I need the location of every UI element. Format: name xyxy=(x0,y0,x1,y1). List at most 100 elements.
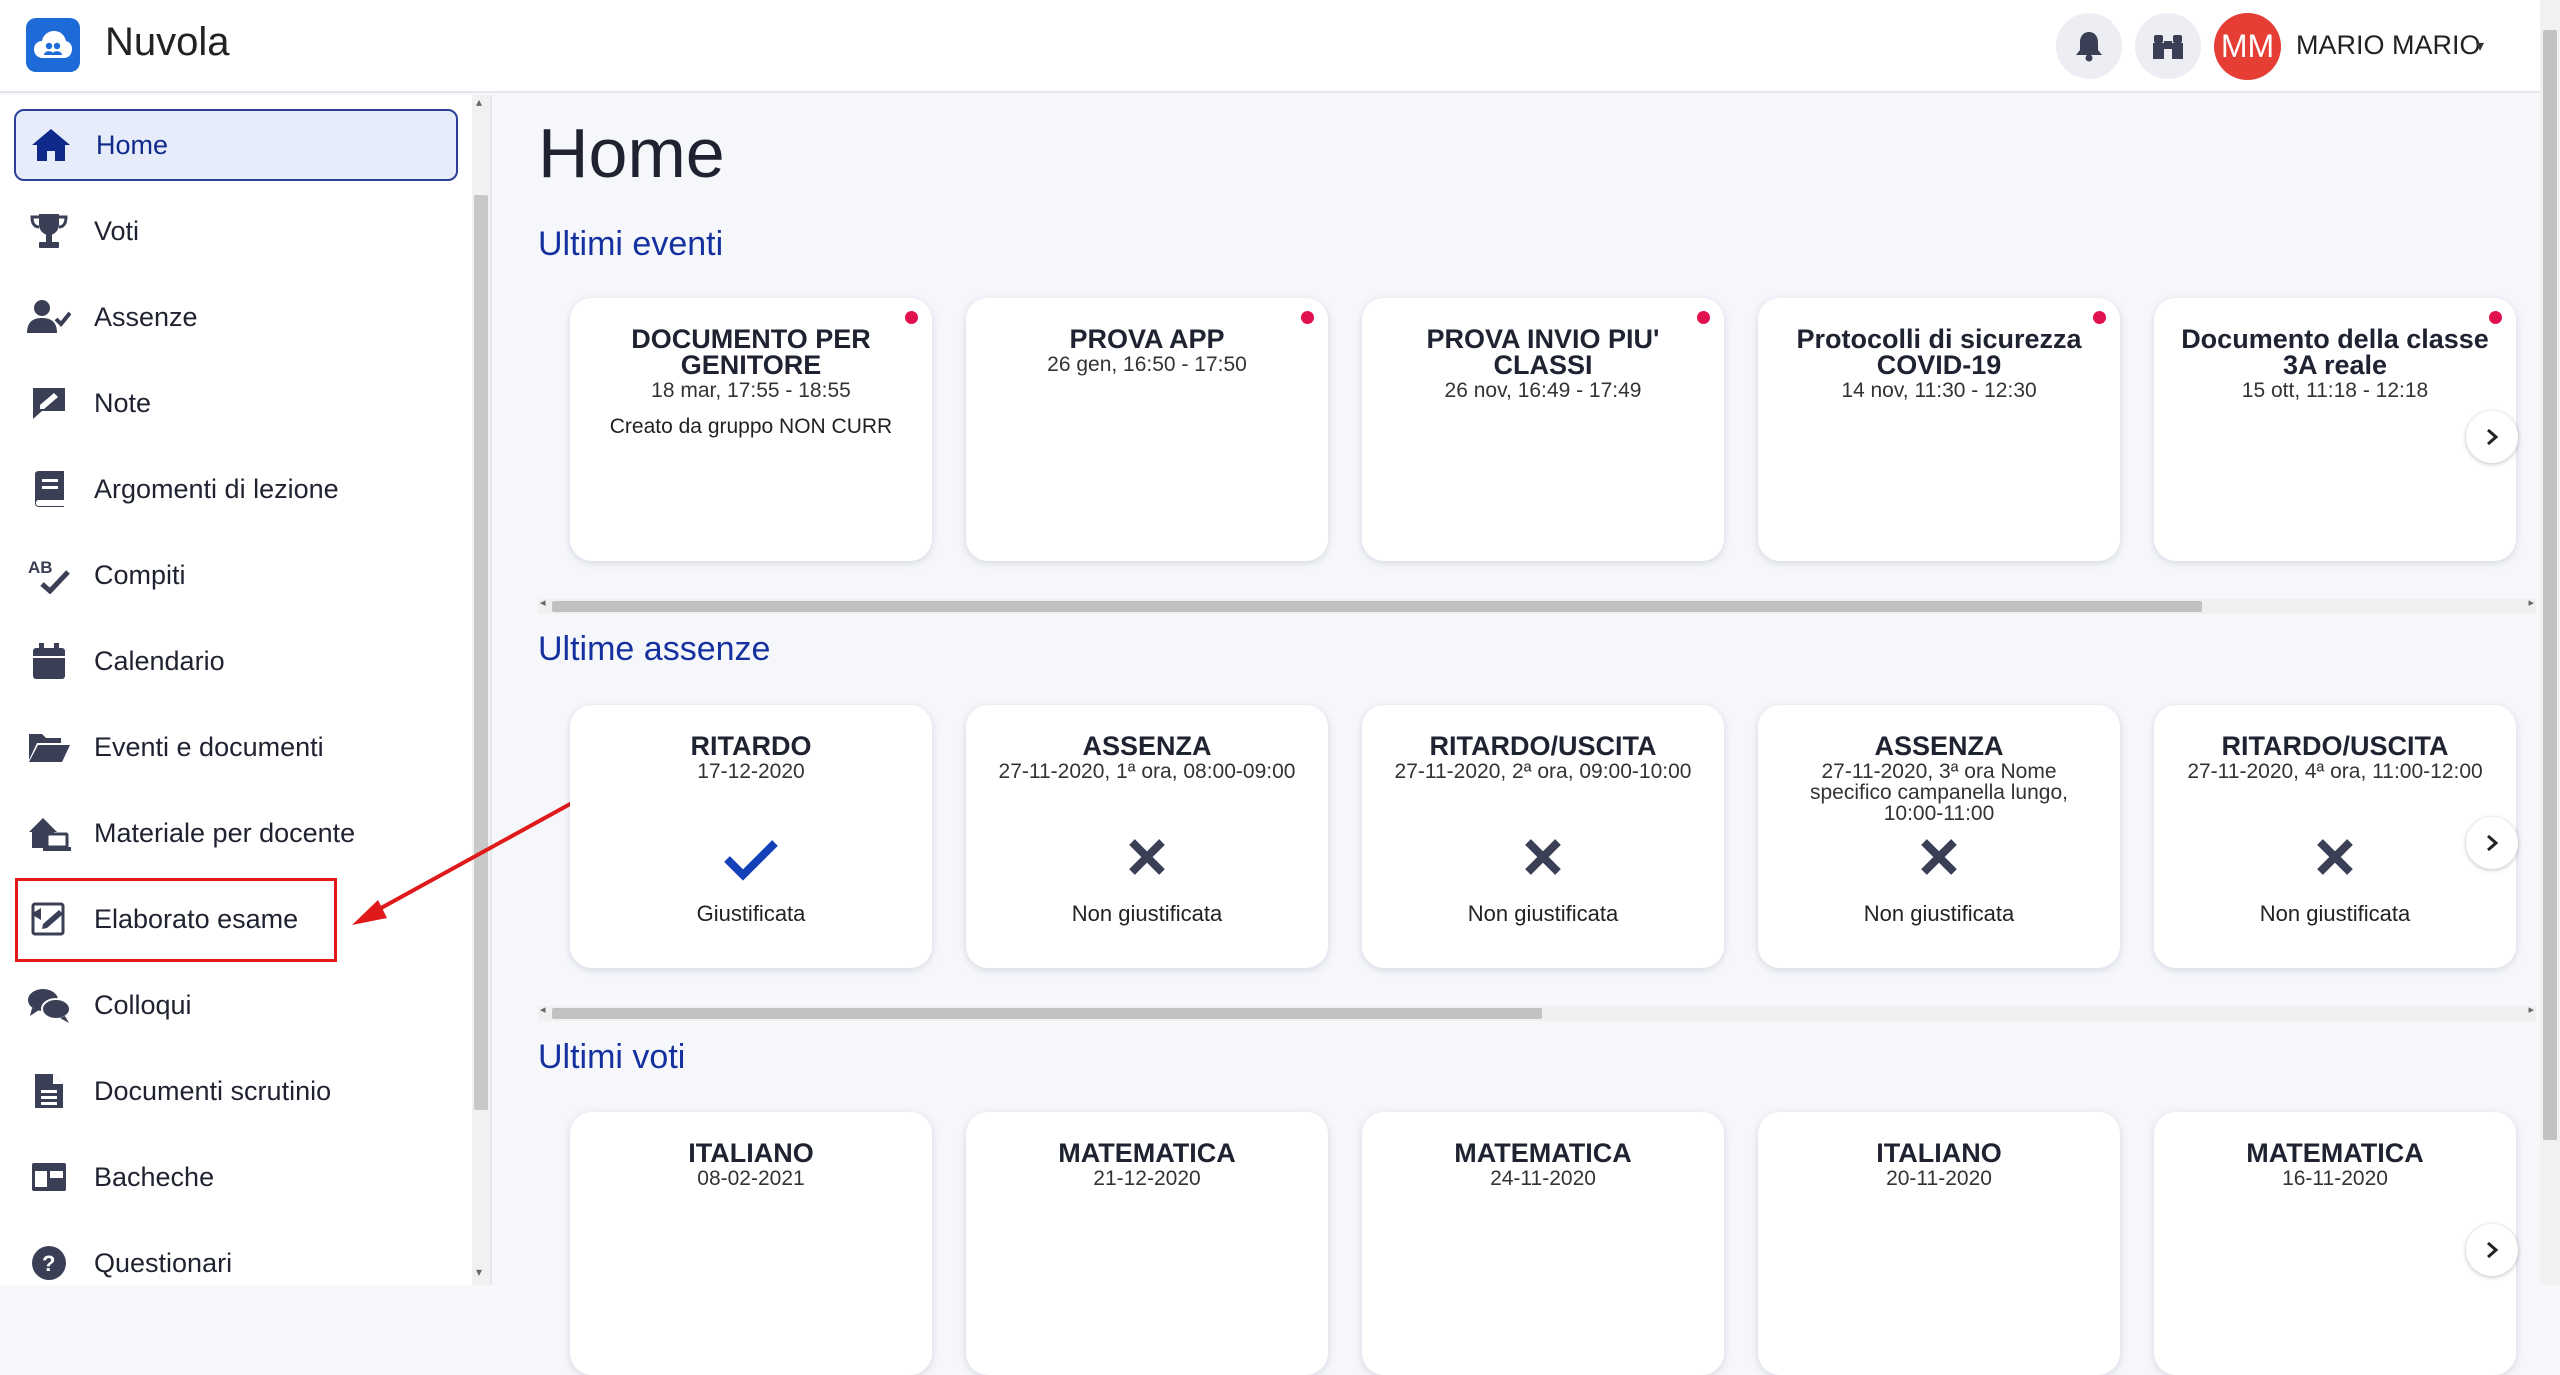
events-scrollbar[interactable]: ◂ ▸ xyxy=(538,596,2536,614)
svg-text:AB: AB xyxy=(28,558,53,577)
absence-card[interactable]: ASSENZA 27-11-2020, 1ª ora, 08:00-09:00 … xyxy=(966,705,1328,968)
page-title: Home xyxy=(538,114,725,192)
calendar-icon xyxy=(24,636,74,686)
grade-subject: ITALIANO xyxy=(688,1138,814,1168)
svg-text:?: ? xyxy=(42,1251,55,1276)
trophy-icon xyxy=(24,206,74,256)
sidebar-item-documenti-scrutinio[interactable]: Documenti scrutinio xyxy=(14,1055,458,1127)
event-creator: Creato da gruppo NON CURR xyxy=(609,415,893,438)
grade-card[interactable]: MATEMATICA 24-11-2020 xyxy=(1362,1112,1724,1375)
sidebar-item-questionari[interactable]: ? Questionari xyxy=(14,1227,458,1285)
event-date: 14 nov, 11:30 - 12:30 xyxy=(1841,379,2037,402)
bell-icon xyxy=(2076,32,2102,62)
absence-card[interactable]: RITARDO/USCITA 27-11-2020, 4ª ora, 11:00… xyxy=(2154,705,2516,968)
event-title: Documento della classe 3A reale xyxy=(2181,324,2489,380)
user-avatar[interactable]: MM xyxy=(2214,13,2281,80)
scroll-down-arrow-icon[interactable]: ▾ xyxy=(476,1265,482,1279)
sidebar-item-eventi[interactable]: Eventi e documenti xyxy=(14,711,458,783)
scroll-right-arrow-icon[interactable]: ▸ xyxy=(2528,1003,2534,1016)
grades-next-button[interactable] xyxy=(2466,1224,2518,1276)
sidebar-item-label: Colloqui xyxy=(94,989,192,1020)
sidebar-item-label: Documenti scrutinio xyxy=(94,1075,332,1106)
absence-status: Giustificata xyxy=(696,901,806,926)
sidebar-item-label: Home xyxy=(96,129,169,160)
event-title: PROVA APP xyxy=(1069,324,1225,354)
house-laptop-icon xyxy=(24,808,74,858)
sidebar-item-colloqui[interactable]: Colloqui xyxy=(14,969,458,1041)
grade-card[interactable]: MATEMATICA 21-12-2020 xyxy=(966,1112,1328,1375)
unread-dot xyxy=(1301,311,1314,324)
events-next-button[interactable] xyxy=(2466,411,2518,463)
absence-date: 17-12-2020 xyxy=(697,760,805,783)
absence-status: Non giustificata xyxy=(2259,901,2411,926)
sidebar-item-label: Assenze xyxy=(94,301,198,332)
absence-card[interactable]: ASSENZA 27-11-2020, 3ª ora Nome specific… xyxy=(1758,705,2120,968)
sidebar-item-voti[interactable]: Voti xyxy=(14,195,458,267)
event-card[interactable]: Documento della classe 3A reale 15 ott, … xyxy=(2154,298,2516,561)
check-icon xyxy=(570,837,932,881)
absence-type: RITARDO/USCITA xyxy=(2221,731,2449,761)
sidebar-item-note[interactable]: Note xyxy=(14,367,458,439)
page-scrollbar-thumb[interactable] xyxy=(2543,30,2557,1140)
sidebar-scrollbar-thumb[interactable] xyxy=(474,195,488,1110)
sidebar-item-label: Argomenti di lezione xyxy=(94,473,339,504)
sidebar-item-home[interactable]: Home xyxy=(14,109,458,181)
question-circle-icon: ? xyxy=(24,1238,74,1285)
grade-card[interactable]: ITALIANO 20-11-2020 xyxy=(1758,1112,2120,1375)
grade-subject: MATEMATICA xyxy=(2246,1138,2424,1168)
top-bar: Nuvola MM MARIO MARIO ▾ xyxy=(0,0,2560,93)
section-title-eventi[interactable]: Ultimi eventi xyxy=(538,225,723,264)
event-date: 18 mar, 17:55 - 18:55 xyxy=(651,379,851,402)
scroll-right-arrow-icon[interactable]: ▸ xyxy=(2528,596,2534,609)
x-icon xyxy=(1362,837,1724,877)
absence-type: ASSENZA xyxy=(1082,731,1212,761)
event-card[interactable]: PROVA APP 26 gen, 16:50 - 17:50 xyxy=(966,298,1328,561)
sidebar-item-materiale[interactable]: Materiale per docente xyxy=(14,797,458,869)
grade-card[interactable]: ITALIANO 08-02-2021 xyxy=(570,1112,932,1375)
note-icon xyxy=(24,378,74,428)
absence-card[interactable]: RITARDO 17-12-2020 Giustificata xyxy=(570,705,932,968)
event-card[interactable]: DOCUMENTO PER GENITORE 18 mar, 17:55 - 1… xyxy=(570,298,932,561)
absence-card[interactable]: RITARDO/USCITA 27-11-2020, 2ª ora, 09:00… xyxy=(1362,705,1724,968)
search-binoculars-button[interactable] xyxy=(2135,13,2201,79)
user-name[interactable]: MARIO MARIO xyxy=(2296,30,2481,61)
sidebar-item-label: Voti xyxy=(94,215,140,246)
folder-open-icon xyxy=(24,722,74,772)
event-date: 26 nov, 16:49 - 17:49 xyxy=(1444,379,1642,402)
grade-subject: MATEMATICA xyxy=(1058,1138,1236,1168)
events-scrollbar-thumb[interactable] xyxy=(552,601,2202,612)
chevron-right-icon xyxy=(2487,428,2499,446)
event-card[interactable]: PROVA INVIO PIU' CLASSI 26 nov, 16:49 - … xyxy=(1362,298,1724,561)
grade-card[interactable]: MATEMATICA 16-11-2020 xyxy=(2154,1112,2516,1375)
absences-scrollbar-thumb[interactable] xyxy=(552,1008,1542,1019)
nuvola-logo-icon[interactable] xyxy=(26,18,80,72)
section-title-voti[interactable]: Ultimi voti xyxy=(538,1038,685,1077)
unread-dot xyxy=(2093,311,2106,324)
event-date: 26 gen, 16:50 - 17:50 xyxy=(1047,353,1247,376)
binoculars-icon xyxy=(2153,35,2183,59)
sidebar-item-argomenti[interactable]: Argomenti di lezione xyxy=(14,453,458,525)
chevron-right-icon xyxy=(2487,1241,2499,1259)
user-menu-caret-icon[interactable]: ▾ xyxy=(2476,36,2484,56)
absences-next-button[interactable] xyxy=(2466,817,2518,869)
sidebar-item-compiti[interactable]: AB Compiti xyxy=(14,539,458,611)
sidebar-item-calendario[interactable]: Calendario xyxy=(14,625,458,697)
absences-scrollbar[interactable]: ◂ ▸ xyxy=(538,1003,2536,1021)
grade-date: 24-11-2020 xyxy=(1490,1167,1596,1190)
absence-date: 27-11-2020, 1ª ora, 08:00-09:00 xyxy=(998,760,1296,783)
scroll-left-arrow-icon[interactable]: ◂ xyxy=(540,596,546,609)
sidebar-item-bacheche[interactable]: Bacheche xyxy=(14,1141,458,1213)
grade-date: 20-11-2020 xyxy=(1886,1167,1992,1190)
section-title-assenze[interactable]: Ultime assenze xyxy=(538,630,770,669)
sidebar-item-assenze[interactable]: Assenze xyxy=(14,281,458,353)
absence-type: ASSENZA xyxy=(1874,731,2004,761)
scroll-up-arrow-icon[interactable]: ▴ xyxy=(476,95,482,109)
scroll-left-arrow-icon[interactable]: ◂ xyxy=(540,1003,546,1016)
notifications-button[interactable] xyxy=(2056,13,2122,79)
sidebar-item-label: Bacheche xyxy=(94,1161,215,1192)
app-title: Nuvola xyxy=(105,20,230,64)
grade-subject: MATEMATICA xyxy=(1454,1138,1632,1168)
event-card[interactable]: Protocolli di sicurezza COVID-19 14 nov,… xyxy=(1758,298,2120,561)
absence-status: Non giustificata xyxy=(1071,901,1223,926)
unread-dot xyxy=(1697,311,1710,324)
